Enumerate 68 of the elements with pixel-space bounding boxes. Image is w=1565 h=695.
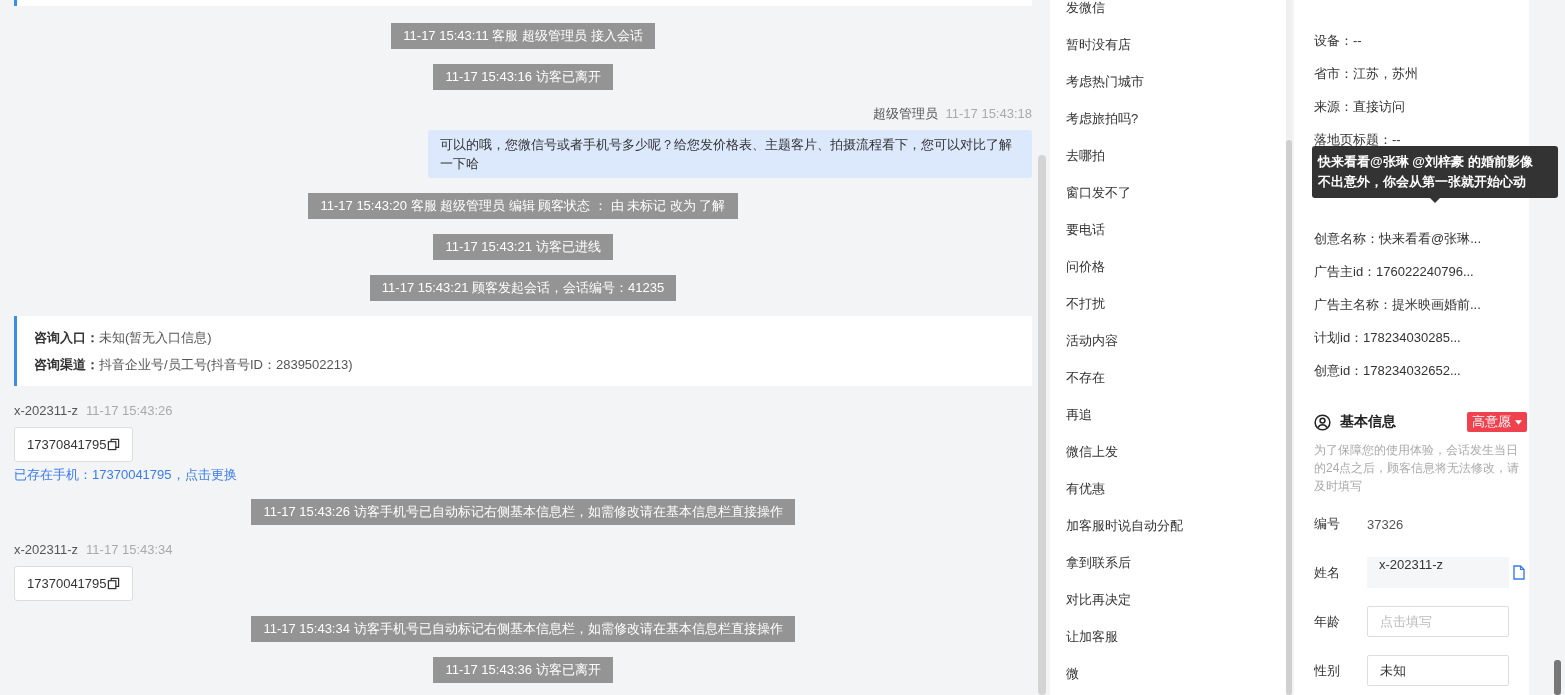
message-time: 11-17 15:43:18 — [945, 106, 1032, 122]
system-message: 11-17 15:43:16 访客已离开 — [433, 64, 613, 90]
message-time: 11-17 15:43:26 — [86, 403, 173, 419]
info-row: 广告主名称：提米映画婚前... — [1314, 297, 1481, 312]
quick-reply-item[interactable]: 活动内容 — [1066, 333, 1286, 370]
phone-number: 17370841795 — [27, 437, 107, 452]
copy-icon[interactable] — [106, 577, 120, 590]
field-label: 编号 — [1314, 515, 1341, 533]
info-row: 创意名称：快来看看@张琳... — [1314, 231, 1482, 246]
system-message: 11-17 15:43:11 客服 超级管理员 接入会话 — [391, 23, 655, 49]
sender-name: 超级管理员 — [872, 106, 938, 122]
section-title: 基本信息 — [1340, 413, 1396, 431]
hint-text: 为了保障您的使用体验，会话发生当日的24点之后，顾客信息将无法修改，请及时填写 — [1314, 442, 1521, 495]
quick-reply-item[interactable]: 问价格 — [1066, 259, 1286, 296]
message-bubble: 可以的哦，您微信号或者手机号多少呢？给您发价格表、主题客片、拍摄流程看下，您可以对比了解一下哈 — [428, 130, 1032, 178]
quick-reply-item[interactable]: 要电话 — [1066, 222, 1286, 259]
user-icon — [1314, 413, 1331, 431]
message-time: 11-17 15:43:34 — [86, 542, 173, 558]
field-value: 37326 — [1367, 516, 1404, 532]
replace-phone-link[interactable]: 已存在手机：17370041795，点击更换 — [14, 466, 1032, 484]
info-row: 计划id：178234030285... — [1314, 330, 1461, 345]
quick-reply-item[interactable]: 去哪拍 — [1066, 148, 1286, 185]
quick-reply-item[interactable]: 有优惠 — [1066, 481, 1286, 518]
scrollbar-thumb[interactable] — [1038, 155, 1046, 695]
tooltip: 快来看看@张琳 @刘梓豪 的婚前影像 不出意外，你会从第一张就开始心动 — [1312, 146, 1558, 198]
quick-reply-item[interactable]: 不打扰 — [1066, 296, 1286, 333]
info-row-text: 咨询渠道：抖音企业号/员工号(抖音号ID：2839502213) — [34, 356, 354, 374]
system-message: 11-17 15:43:26 访客手机号已自动标记右侧基本信息栏，如需修改请在基本信息栏直接操作 — [251, 499, 795, 525]
intent-dropdown[interactable]: 高意愿 — [1467, 412, 1527, 432]
name-field: x-202311-z — [1367, 557, 1509, 588]
quick-reply-item[interactable]: 再追 — [1066, 407, 1286, 444]
quick-reply-item[interactable]: 考虑热门城市 — [1066, 74, 1286, 111]
quick-reply-item[interactable]: 加客服时说自动分配 — [1066, 518, 1286, 555]
scrollbar-thumb[interactable] — [1554, 660, 1561, 695]
system-message: 11-17 15:43:21 访客已进线 — [433, 234, 613, 260]
info-row: 来源：直接访问 — [1314, 99, 1405, 114]
field-label: 年龄 — [1314, 612, 1341, 631]
sender-name: x-202311-z — [14, 542, 79, 558]
system-message: 11-17 15:43:21 顾客发起会话，会话编号：41235 — [369, 275, 677, 301]
quick-reply-item[interactable]: 窗口发不了 — [1066, 185, 1286, 222]
info-row: 落地页标题：-- — [1314, 132, 1401, 147]
quick-reply-item[interactable]: 考虑旅拍吗? — [1066, 111, 1286, 148]
caret-icon — [1515, 419, 1522, 425]
info-row: 广告主id：176022240796... — [1314, 264, 1474, 279]
system-message: 11-17 15:43:36 访客已离开 — [433, 657, 613, 683]
system-message: 11-17 15:43:20 客服 超级管理员 编辑 顾客状态 ： 由 未标记 改为 了解 — [308, 193, 738, 219]
sender-name: x-202311-z — [14, 403, 79, 419]
field-label: 姓名 — [1314, 563, 1341, 582]
quick-reply-item[interactable]: 微 — [1066, 666, 1286, 695]
quick-reply-item[interactable]: 让加客服 — [1066, 629, 1286, 666]
scrollbar-thumb[interactable] — [1286, 140, 1292, 695]
quick-reply-item[interactable]: 微信上发 — [1066, 444, 1286, 481]
copy-icon[interactable] — [106, 438, 120, 451]
quick-reply-item[interactable]: 发微信 — [1066, 0, 1286, 37]
info-row: 省市：江苏，苏州 — [1314, 66, 1418, 81]
quick-reply-item[interactable]: 不存在 — [1066, 370, 1286, 407]
info-row: 设备：-- — [1314, 33, 1362, 48]
input-field[interactable]: 未知 — [1367, 655, 1509, 686]
info-row: 创意id：178234032652... — [1314, 363, 1461, 378]
quick-reply-item[interactable]: 拿到联系后 — [1066, 555, 1286, 592]
system-message: 11-17 15:43:34 访客手机号已自动标记右侧基本信息栏，如需修改请在基本信息栏直接操作 — [251, 616, 795, 642]
phone-number: 17370041795 — [27, 576, 107, 591]
info-row-text: 咨询入口：未知(暂无入口信息) — [34, 329, 213, 347]
quick-reply-item[interactable]: 对比再决定 — [1066, 592, 1286, 629]
input-field[interactable]: 点击填写 — [1367, 606, 1509, 637]
quick-reply-item[interactable]: 暂时没有店 — [1066, 37, 1286, 74]
pointer-icon — [1430, 198, 1440, 203]
field-label: 性别 — [1314, 661, 1341, 680]
